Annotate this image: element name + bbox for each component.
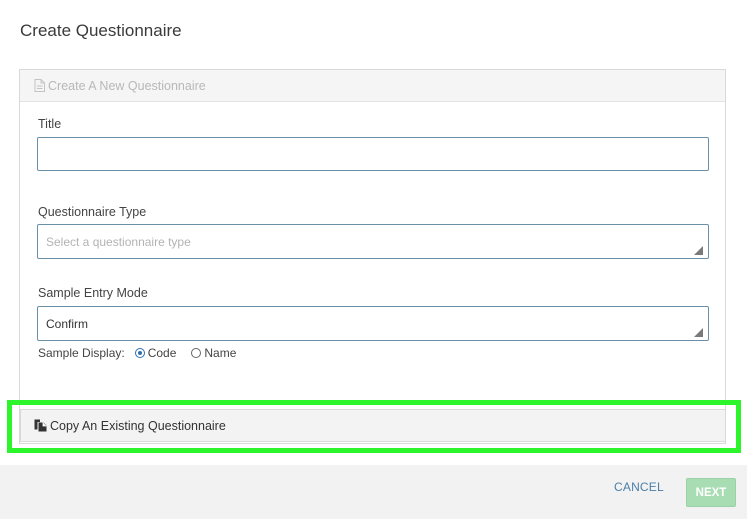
radio-unchecked-icon [191, 348, 202, 358]
cancel-button[interactable]: CANCEL [614, 480, 664, 494]
copy-icon [34, 419, 47, 432]
dialog-footer: CANCEL NEXT [0, 465, 747, 519]
sample-entry-mode-value: Confirm [46, 316, 89, 331]
questionnaire-type-placeholder: Select a questionnaire type [46, 234, 191, 249]
sample-entry-mode-select[interactable]: Confirm [37, 306, 709, 341]
title-label: Title [38, 117, 62, 131]
dropdown-triangle-icon [694, 326, 703, 337]
dropdown-triangle-icon [694, 244, 703, 255]
sample-entry-mode-label: Sample Entry Mode [38, 286, 148, 300]
sample-display-code-label: Code [147, 346, 177, 360]
sample-display-name-label: Name [204, 346, 237, 360]
questionnaire-type-label: Questionnaire Type [38, 205, 147, 219]
sample-display-code-radio[interactable]: Code [134, 346, 177, 360]
sample-display-name-radio[interactable]: Name [191, 346, 236, 360]
document-icon [34, 79, 46, 92]
copy-existing-questionnaire-label: Copy An Existing Questionnaire [50, 418, 226, 433]
sample-display-label: Sample Display: [38, 346, 125, 360]
new-questionnaire-header-label: Create A New Questionnaire [48, 78, 206, 93]
new-questionnaire-header[interactable]: Create A New Questionnaire [20, 70, 725, 102]
next-button[interactable]: NEXT [686, 478, 736, 507]
questionnaire-type-select[interactable]: Select a questionnaire type [37, 224, 709, 259]
radio-checked-icon [134, 348, 145, 358]
dialog-title: Create Questionnaire [20, 21, 182, 40]
copy-existing-questionnaire-header[interactable]: Copy An Existing Questionnaire [20, 409, 726, 442]
new-questionnaire-panel: Create A New Questionnaire Title Questio… [19, 69, 726, 444]
sample-display-row: Sample Display: Code Name [38, 346, 251, 360]
title-input[interactable] [37, 137, 709, 171]
